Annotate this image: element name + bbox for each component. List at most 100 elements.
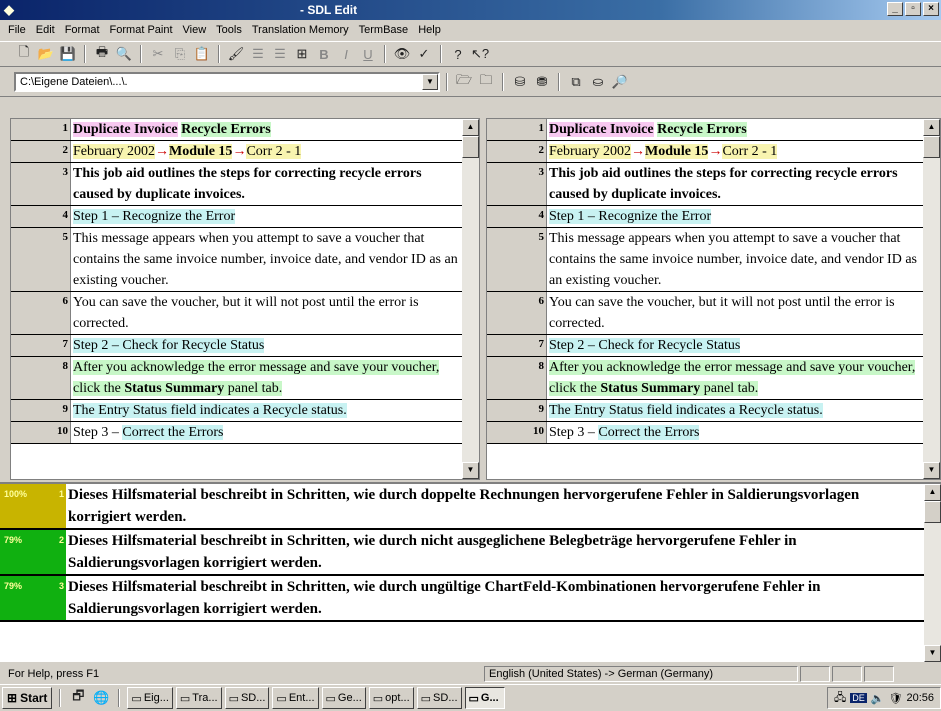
- help-icon[interactable]: ?: [448, 44, 468, 64]
- segment-row[interactable]: 7 Step 2 – Check for Recycle Status: [487, 335, 923, 357]
- taskbar-button[interactable]: ▭ Tra...: [175, 687, 222, 709]
- segment-row[interactable]: 5 This message appears when you attempt t…: [11, 228, 462, 292]
- segment-text[interactable]: You can save the voucher, but it will no…: [71, 292, 462, 334]
- set-translation-icon[interactable]: ⛃: [532, 72, 552, 92]
- segment-row[interactable]: 1 Duplicate Invoice Recycle Errors: [487, 119, 923, 141]
- segment-text[interactable]: Duplicate Invoice Recycle Errors: [547, 119, 923, 140]
- taskbar-button[interactable]: ▭ G...: [464, 687, 505, 709]
- segment-text[interactable]: February 2002→Module 15→Corr 2 - 1: [71, 141, 462, 162]
- segment-row[interactable]: 3 This job aid outlines the steps for cor…: [11, 163, 462, 206]
- segment-row[interactable]: 2 February 2002→Module 15→Corr 2 - 1: [487, 141, 923, 163]
- open-folder-icon[interactable]: 📂: [36, 44, 56, 64]
- menu-tools[interactable]: Tools: [212, 24, 248, 36]
- new-document-icon[interactable]: 🗋: [14, 44, 34, 64]
- chevron-down-icon[interactable]: ▼: [422, 73, 438, 90]
- segment-text[interactable]: After you acknowledge the error message …: [71, 357, 462, 399]
- italic-icon[interactable]: I: [336, 44, 356, 64]
- tm-results-pane[interactable]: 100% 1 Dieses Hilfsmaterial beschreibt in …: [0, 482, 941, 662]
- segment-row[interactable]: 5 This message appears when you attempt t…: [487, 228, 923, 292]
- context-help-icon[interactable]: ↖?: [470, 44, 490, 64]
- segment-row[interactable]: 10 Step 3 – Correct the Errors: [11, 422, 462, 444]
- segment-row[interactable]: 2 February 2002→Module 15→Corr 2 - 1: [11, 141, 462, 163]
- scroll-thumb[interactable]: [462, 136, 479, 158]
- path-combo[interactable]: C:\Eigene Dateien\...\. ▼: [14, 71, 440, 92]
- tm-scrollbar[interactable]: ▲ ▼: [924, 484, 941, 662]
- copy-icon[interactable]: ⎘: [170, 44, 190, 64]
- segment-row[interactable]: 1 Duplicate Invoice Recycle Errors: [11, 119, 462, 141]
- segment-row[interactable]: 10 Step 3 – Correct the Errors: [487, 422, 923, 444]
- tm-match-row[interactable]: 79% 2 Dieses Hilfsmaterial beschreibt in S…: [0, 530, 924, 576]
- menu-help[interactable]: Help: [414, 24, 447, 36]
- app-icon[interactable]: ◆: [4, 2, 20, 18]
- segment-text[interactable]: After you acknowledge the error message …: [547, 357, 923, 399]
- menu-format[interactable]: Format: [61, 24, 106, 36]
- segment-text[interactable]: The Entry Status field indicates a Recyc…: [547, 400, 923, 421]
- menu-edit[interactable]: Edit: [32, 24, 61, 36]
- tm-match-row[interactable]: 100% 1 Dieses Hilfsmaterial beschreibt in …: [0, 484, 924, 530]
- segment-text[interactable]: Duplicate Invoice Recycle Errors: [71, 119, 462, 140]
- print-preview-icon[interactable]: 🔍: [114, 44, 134, 64]
- quicklaunch-browser-icon[interactable]: 🌐: [91, 688, 111, 708]
- taskbar-button[interactable]: ▭ Ge...: [321, 687, 366, 709]
- scroll-down-icon[interactable]: ▼: [924, 645, 941, 662]
- segment-text[interactable]: This job aid outlines the steps for corr…: [547, 163, 923, 205]
- print-icon[interactable]: 🖶: [92, 44, 112, 64]
- tray-speaker-icon[interactable]: 🔈: [871, 692, 885, 705]
- taskbar-button[interactable]: ▭ SD...: [416, 687, 462, 709]
- segment-text[interactable]: Step 3 – Correct the Errors: [71, 422, 462, 443]
- segment-text[interactable]: Step 1 – Recognize the Error: [71, 206, 462, 227]
- tray-network-icon[interactable]: 🖧: [834, 689, 846, 708]
- segment-text[interactable]: Step 3 – Correct the Errors: [547, 422, 923, 443]
- maximize-button[interactable]: ▫: [905, 2, 921, 16]
- segment-row[interactable]: 9 The Entry Status field indicates a Recy…: [11, 400, 462, 422]
- segment-text[interactable]: Step 1 – Recognize the Error: [547, 206, 923, 227]
- tm-match-row[interactable]: 79% 3 Dieses Hilfsmaterial beschreibt in S…: [0, 576, 924, 622]
- menu-termbase[interactable]: TermBase: [355, 24, 415, 36]
- segment-row[interactable]: 4 Step 1 – Recognize the Error: [487, 206, 923, 228]
- start-button[interactable]: ⊞ Start: [2, 687, 53, 709]
- cut-icon[interactable]: ✂: [148, 44, 168, 64]
- segment-text[interactable]: This job aid outlines the steps for corr…: [71, 163, 462, 205]
- get-translation-icon[interactable]: ⛁: [510, 72, 530, 92]
- segment-row[interactable]: 4 Step 1 – Recognize the Error: [11, 206, 462, 228]
- segment-row[interactable]: 9 The Entry Status field indicates a Recy…: [487, 400, 923, 422]
- segment-text[interactable]: This message appears when you attempt to…: [71, 228, 462, 291]
- tray-antivirus-icon[interactable]: 🛡: [889, 692, 903, 705]
- taskbar-button[interactable]: ▭ opt...: [368, 687, 414, 709]
- segment-row[interactable]: 7 Step 2 – Check for Recycle Status: [11, 335, 462, 357]
- minimize-button[interactable]: _: [887, 2, 903, 16]
- spellcheck-icon[interactable]: ✓: [414, 44, 434, 64]
- view-tags-icon[interactable]: 👁: [392, 44, 412, 64]
- close-segment-icon[interactable]: 🗀: [476, 72, 496, 92]
- menu-view[interactable]: View: [179, 24, 213, 36]
- copy-source-icon[interactable]: ⧉: [566, 72, 586, 92]
- segment-row[interactable]: 8 After you acknowledge the error message…: [487, 357, 923, 400]
- split-view-icon[interactable]: ⊞: [292, 44, 312, 64]
- menu-file[interactable]: File: [4, 24, 32, 36]
- taskbar-button[interactable]: ▭ Ent...: [272, 687, 319, 709]
- source-scrollbar[interactable]: ▲ ▼: [462, 119, 479, 479]
- segment-row[interactable]: 6 You can save the voucher, but it will n…: [487, 292, 923, 335]
- taskbar-button[interactable]: ▭ Eig...: [127, 687, 173, 709]
- scroll-down-icon[interactable]: ▼: [923, 462, 940, 479]
- menu-translation-memory[interactable]: Translation Memory: [248, 24, 355, 36]
- bold-icon[interactable]: B: [314, 44, 334, 64]
- segment-text[interactable]: This message appears when you attempt to…: [547, 228, 923, 291]
- format-paint-icon[interactable]: 🖌: [226, 44, 246, 64]
- save-icon[interactable]: 💾: [58, 44, 78, 64]
- concordance-icon[interactable]: ⛀: [588, 72, 608, 92]
- segment-text[interactable]: You can save the voucher, but it will no…: [547, 292, 923, 334]
- menu-format-paint[interactable]: Format Paint: [106, 24, 179, 36]
- source-pane[interactable]: 1 Duplicate Invoice Recycle Errors 2 Februa…: [10, 118, 480, 480]
- scroll-up-icon[interactable]: ▲: [462, 119, 479, 136]
- open-segment-icon[interactable]: 🗁: [454, 72, 474, 92]
- align-right-icon[interactable]: ☰: [270, 44, 290, 64]
- taskbar-button[interactable]: ▭ SD...: [224, 687, 270, 709]
- align-icon[interactable]: ☰: [248, 44, 268, 64]
- target-scrollbar[interactable]: ▲ ▼: [923, 119, 940, 479]
- close-button[interactable]: ×: [923, 2, 939, 16]
- segment-text[interactable]: Step 2 – Check for Recycle Status: [71, 335, 462, 356]
- segment-row[interactable]: 3 This job aid outlines the steps for cor…: [487, 163, 923, 206]
- target-pane[interactable]: 1 Duplicate Invoice Recycle Errors 2 Februa…: [486, 118, 941, 480]
- quicklaunch-desktop-icon[interactable]: 🗗: [68, 688, 88, 708]
